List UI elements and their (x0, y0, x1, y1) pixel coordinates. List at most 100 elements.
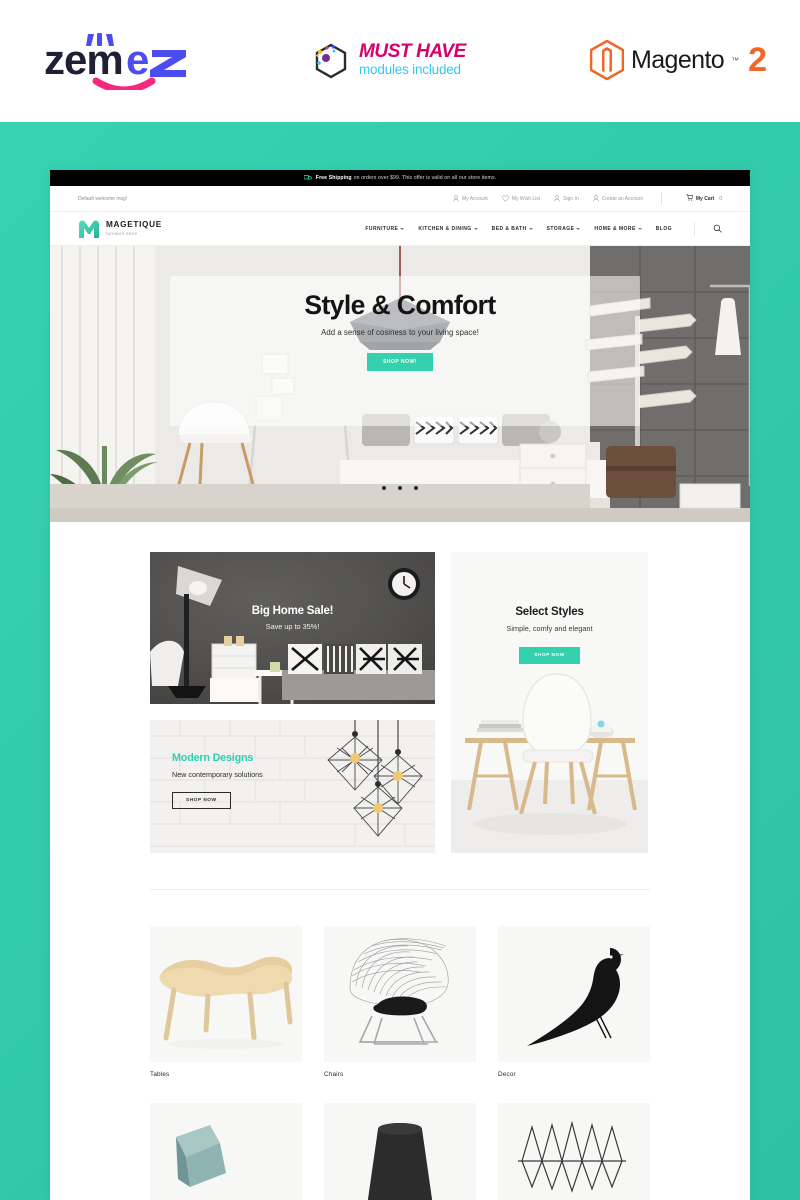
category-chairs[interactable]: Chairs (324, 926, 476, 1081)
promo-modern-title: Modern Designs (172, 752, 254, 764)
heart-icon (501, 195, 509, 202)
promo-photo-styles (451, 552, 648, 853)
bird-decor-illustration (498, 926, 650, 1058)
slider-dot-3[interactable] (414, 486, 418, 490)
site-logo[interactable]: MAGETIQUE furniture store (78, 219, 162, 239)
promo-modern-caption: Modern Designs New contemporary solution… (172, 752, 263, 809)
hero-shop-now-button[interactable]: SHOP NOW! (367, 353, 433, 371)
link-label: Sign In (563, 195, 579, 202)
magetique-m-icon (78, 219, 100, 239)
promo-sale-caption: Big Home Sale! Save up to 35%! (150, 605, 435, 631)
divider (694, 221, 695, 236)
hero-title: Style & Comfort (304, 290, 496, 320)
hero-slider[interactable]: Style & Comfort Add a sense of cosiness … (50, 246, 750, 522)
category-grid: Tables Chairs Decor (50, 890, 750, 1200)
promo-sale-subtitle: Save up to 35%! (265, 622, 320, 631)
brand-header: zem e MUST HAVE modules included Magento… (0, 0, 800, 122)
category-image-tables (150, 926, 302, 1062)
category-row2-item-3[interactable] (498, 1103, 650, 1200)
welcome-message: Default welcome msg! (78, 195, 128, 202)
promo-grid: Big Home Sale! Save up to 35%! Modern De… (50, 522, 750, 853)
promo-card-select-styles[interactable]: Select Styles Simple, comfy and elegant … (451, 552, 648, 853)
nav-label: BLOG (655, 225, 672, 232)
nav-label: BED & BATH (491, 225, 527, 232)
site-screenshot: Free Shipping on orders over $99. This o… (50, 170, 750, 1200)
cart-icon (686, 194, 694, 203)
nav-item-furniture[interactable]: FURNITURE (365, 225, 405, 232)
category-image-chairs (324, 926, 476, 1062)
promo-styles-caption: Select Styles Simple, comfy and elegant … (451, 606, 648, 664)
cart-button[interactable]: My Cart 0 (686, 194, 722, 203)
category-row2-item-1[interactable] (150, 1103, 302, 1200)
category-label: Decor (498, 1071, 516, 1078)
table-illustration (150, 926, 302, 1058)
link-sign-in[interactable]: Sign In (554, 195, 579, 202)
must-have-title: MUST HAVE (359, 41, 466, 62)
must-have-subtitle: modules included (359, 62, 461, 77)
promo-styles-subtitle: Simple, comfy and elegant (506, 624, 593, 633)
slider-dot-2[interactable] (398, 486, 402, 490)
link-my-account[interactable]: My Account (453, 195, 488, 202)
promo-modern-subtitle: New contemporary solutions (172, 770, 263, 779)
nav-item-bed-bath[interactable]: BED & BATH (492, 226, 533, 232)
brand-name: MAGETIQUE (106, 220, 162, 229)
nav-items: FURNITURE KITCHEN & DINING BED & BATH ST… (365, 221, 722, 236)
category-decor[interactable]: Decor (498, 926, 650, 1081)
nav-label: STORAGE (546, 225, 575, 232)
free-shipping-text: on orders over $99. This offer is valid … (353, 175, 497, 181)
cart-label: My Cart (695, 195, 715, 202)
brand-tagline: furniture store (106, 231, 138, 236)
nav-label: HOME & MORE (594, 225, 636, 232)
divider (660, 192, 662, 205)
promo-column-left: Big Home Sale! Save up to 35%! Modern De… (150, 552, 435, 853)
nav-item-storage[interactable]: STORAGE (547, 226, 581, 232)
chevron-down-icon (473, 227, 478, 230)
must-have-logo: MUST HAVE modules included (310, 34, 495, 86)
user-icon (554, 195, 561, 202)
chevron-down-icon (528, 227, 533, 230)
nav-item-blog[interactable]: BLOG (656, 226, 672, 232)
chevron-down-icon (400, 227, 405, 230)
category-label: Chairs (324, 1071, 344, 1078)
free-shipping-bold: Free Shipping (315, 175, 352, 181)
promo-card-big-home-sale[interactable]: Big Home Sale! Save up to 35%! (150, 552, 435, 704)
free-shipping-bar: Free Shipping on orders over $99. This o… (50, 170, 750, 186)
slider-dot-1[interactable] (382, 486, 386, 490)
magento-version: 2 (748, 41, 768, 79)
magento-trademark: ™ (731, 55, 740, 65)
link-label: My Account (461, 195, 488, 202)
magento-logo: Magento ™ 2 (589, 36, 768, 84)
hero-subtitle: Add a sense of cosiness to your living s… (321, 328, 479, 337)
category-label: Tables (150, 1071, 170, 1078)
chevron-down-icon (576, 227, 581, 230)
nav-label: FURNITURE (365, 225, 399, 232)
slider-dots[interactable] (50, 486, 750, 490)
chair-illustration (324, 926, 476, 1058)
account-links: My Account My Wish List Sign In Create a… (453, 192, 722, 205)
cart-quantity: 0 (719, 195, 722, 202)
main-navigation: MAGETIQUE furniture store FURNITURE KITC… (50, 212, 750, 246)
truck-icon (303, 175, 312, 181)
account-bar: Default welcome msg! My Account My Wish … (50, 186, 750, 212)
promo-card-modern-designs[interactable]: Modern Designs New contemporary solution… (150, 720, 435, 853)
nav-item-kitchen-dining[interactable]: KITCHEN & DINING (418, 225, 478, 232)
link-label: Create an Account (601, 195, 643, 202)
nav-label: KITCHEN & DINING (418, 225, 472, 232)
svg-text:zem: zem (44, 36, 123, 83)
hexagon-icon (310, 39, 352, 81)
category-tables[interactable]: Tables (150, 926, 302, 1081)
category-row2-item-2[interactable] (324, 1103, 476, 1200)
link-label: My Wish List (511, 195, 541, 202)
promo-styles-title: Select Styles (515, 606, 584, 618)
link-create-an-account[interactable]: Create an Account (592, 195, 643, 202)
zemez-logo: zem e (44, 30, 214, 94)
search-icon[interactable] (713, 224, 722, 233)
promo-modern-shop-now-button[interactable]: SHOP NOW (172, 792, 231, 809)
nav-item-home-more[interactable]: HOME & MORE (594, 225, 642, 232)
user-icon (592, 195, 599, 202)
link-my-wish-list[interactable]: My Wish List (501, 195, 541, 202)
chevron-down-icon (637, 227, 642, 230)
category-image-decor (498, 926, 650, 1062)
promo-styles-shop-now-button[interactable]: SHOP NOW (519, 647, 580, 664)
svg-text:e: e (126, 36, 148, 83)
